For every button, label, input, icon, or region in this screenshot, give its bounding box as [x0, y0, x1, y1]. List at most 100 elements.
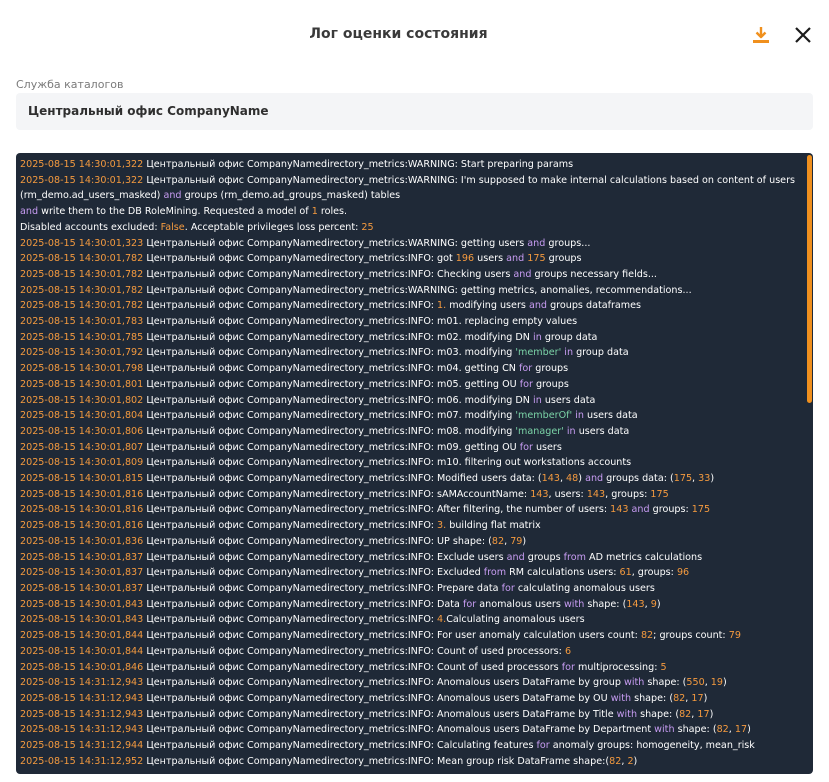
log-text: Центральный офис CompanyNamedirectory_me… — [143, 425, 516, 437]
log-text: multiprocessing: — [574, 661, 661, 673]
log-text: Центральный офис CompanyNamedirectory_me… — [143, 284, 692, 296]
log-text: 175 — [691, 504, 711, 516]
log-timestamp: 2025-08-15 14:30:01,798 — [20, 363, 144, 375]
log-scrollbar-thumb[interactable] — [807, 155, 812, 403]
log-timestamp: 2025-08-15 14:30:01,843 — [20, 598, 144, 610]
log-text: 5 — [660, 661, 667, 673]
log-text: for — [519, 441, 533, 453]
log-text: 79 — [510, 535, 523, 547]
log-text: 3. — [437, 520, 447, 532]
log-text: 82 — [609, 755, 622, 767]
log-text: Центральный офис CompanyNamedirectory_me… — [143, 300, 438, 312]
log-text: group data — [541, 331, 598, 343]
log-text: Центральный офис CompanyNamedirectory_me… — [143, 661, 562, 673]
log-text: anomaly groups: homogeneity, mean_risk — [549, 740, 755, 752]
log-timestamp: 2025-08-15 14:30:01,792 — [20, 347, 144, 359]
log-text: Центральный офис CompanyNamedirectory_me… — [143, 347, 516, 359]
log-line: 2025-08-15 14:30:01,809 Центральный офис… — [20, 455, 804, 471]
log-text: and — [506, 551, 525, 563]
log-line: 2025-08-15 14:30:01,322 Центральный офис… — [20, 173, 804, 204]
log-text: Центральный офис CompanyNamedirectory_me… — [143, 598, 463, 610]
log-line: 2025-08-15 14:30:01,792 Центральный офис… — [20, 345, 804, 361]
log-text: 550 — [686, 677, 705, 689]
close-button[interactable] — [792, 24, 814, 46]
log-text: 61 — [619, 567, 632, 579]
log-text: Центральный офис CompanyNamedirectory_me… — [143, 237, 528, 249]
log-panel[interactable]: 2025-08-15 14:30:01,322 Центральный офис… — [16, 153, 813, 774]
directory-service-field: Центральный офис CompanyName — [16, 93, 813, 130]
log-text: groups dataframes — [547, 300, 642, 312]
log-text: 143 — [530, 488, 549, 500]
close-icon — [795, 27, 811, 43]
log-text: 1. — [437, 300, 447, 312]
log-text: users data — [575, 425, 630, 437]
log-line: 2025-08-15 14:31:12,943 Центральный офис… — [20, 722, 804, 738]
log-line: 2025-08-15 14:30:01,837 Центральный офис… — [20, 565, 804, 581]
log-text: RM calculations users: — [506, 567, 620, 579]
log-scrollbar[interactable] — [807, 155, 813, 772]
log-text: group data — [573, 347, 629, 359]
log-timestamp: 2025-08-15 14:30:01,782 — [20, 253, 144, 265]
log-text: and — [631, 504, 650, 516]
log-timestamp: 2025-08-15 14:30:01,783 — [20, 316, 144, 328]
log-text: 79 — [728, 630, 741, 642]
log-timestamp: 2025-08-15 14:30:01,837 — [20, 567, 144, 579]
log-text: Центральный офис CompanyNamedirectory_me… — [143, 441, 520, 453]
log-text: Центральный офис CompanyNamedirectory_me… — [143, 724, 655, 736]
log-line: 2025-08-15 14:30:01,804 Центральный офис… — [20, 408, 804, 424]
log-timestamp: 2025-08-15 14:30:01,809 — [20, 457, 144, 469]
log-line: 2025-08-15 14:30:01,801 Центральный офис… — [20, 377, 804, 393]
log-timestamp: 2025-08-15 14:30:01,844 — [20, 645, 144, 657]
log-line: 2025-08-15 14:30:01,798 Центральный офис… — [20, 361, 804, 377]
log-text: 82 — [640, 630, 654, 642]
log-timestamp: 2025-08-15 14:30:01,836 — [20, 535, 144, 547]
log-line: 2025-08-15 14:30:01,844 Центральный офис… — [20, 628, 804, 644]
log-text: 82 — [491, 535, 505, 547]
log-text: write them to the DB RoleMining. Request… — [38, 206, 312, 218]
log-text: Центральный офис CompanyNamedirectory_me… — [143, 473, 542, 485]
log-text: 17 — [691, 692, 704, 704]
log-text: 143 — [541, 473, 560, 485]
log-line: 2025-08-15 14:30:01,783 Центральный офис… — [20, 314, 804, 330]
log-line: 2025-08-15 14:30:01,843 Центральный офис… — [20, 612, 804, 628]
log-timestamp: 2025-08-15 14:30:01,815 — [20, 473, 144, 485]
log-text: groups — [545, 253, 582, 265]
log-text: and — [585, 473, 604, 485]
log-line: 2025-08-15 14:30:01,837 Центральный офис… — [20, 550, 804, 566]
log-text: building flat matrix — [446, 520, 541, 532]
log-text: shape: ( — [631, 692, 674, 704]
log-text: in — [533, 331, 542, 343]
log-text: 17 — [734, 724, 748, 736]
log-text: Центральный офис CompanyNamedirectory_me… — [143, 708, 617, 720]
log-text: 175 — [650, 488, 669, 500]
log-text: ) — [710, 473, 715, 485]
log-text: shape: ( — [674, 724, 717, 736]
log-text: , users: — [548, 488, 587, 500]
log-text: Центральный офис CompanyNamedirectory_me… — [143, 535, 492, 547]
download-button[interactable] — [750, 24, 772, 46]
log-text: , groups: — [631, 567, 677, 579]
log-text: with — [610, 692, 632, 704]
log-text: False — [160, 221, 185, 233]
log-text: roles. — [317, 206, 348, 218]
log-text: Центральный офис CompanyNamedirectory_me… — [143, 755, 610, 767]
log-text: for — [561, 661, 575, 673]
log-text: and — [528, 300, 548, 312]
log-line: 2025-08-15 14:30:01,782 Центральный офис… — [20, 298, 804, 314]
log-text: from — [563, 551, 586, 563]
log-text: Центральный офис CompanyNamedirectory_me… — [143, 504, 611, 516]
log-text: 4. — [437, 614, 447, 626]
log-line: 2025-08-15 14:30:01,816 Центральный офис… — [20, 518, 804, 534]
log-line: 2025-08-15 14:30:01,816 Центральный офис… — [20, 487, 804, 503]
log-timestamp: 2025-08-15 14:30:01,837 — [20, 582, 144, 594]
log-text: Центральный офис CompanyNamedirectory_me… — [143, 630, 641, 642]
log-text: Центральный офис CompanyNamedirectory_me… — [143, 740, 537, 752]
log-line: and write them to the DB RoleMining. Req… — [20, 204, 804, 220]
log-text: 48 — [566, 473, 579, 485]
log-text: for — [462, 598, 477, 610]
log-text: Центральный офис CompanyNamedirectory_me… — [143, 692, 611, 704]
log-timestamp: 2025-08-15 14:31:12,943 — [20, 724, 144, 736]
log-text: 143 — [626, 598, 645, 610]
log-timestamp: 2025-08-15 14:30:01,802 — [20, 394, 144, 406]
log-timestamp: 2025-08-15 14:31:12,943 — [20, 692, 144, 704]
